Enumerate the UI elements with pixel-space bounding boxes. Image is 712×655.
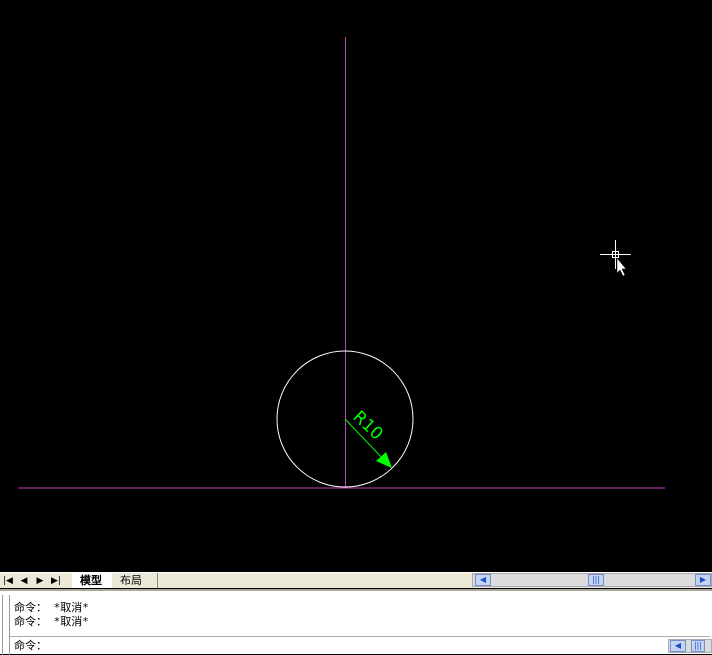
tab-layout1[interactable]: 布局1 [112, 573, 158, 602]
scroll-left-icon[interactable]: ◀ [670, 640, 686, 652]
last-tab-icon[interactable]: ▶| [48, 574, 64, 588]
tab-model[interactable]: 模型 [72, 573, 112, 588]
command-window-grip[interactable] [2, 595, 10, 655]
radius-dimension[interactable]: R10 [344, 407, 392, 468]
horizontal-scrollbar[interactable]: ◀ ||| ▶ [472, 573, 712, 587]
dimension-text: R10 [349, 407, 387, 444]
command-prompt[interactable]: 命令： [14, 639, 47, 652]
next-tab-icon[interactable]: ▶ [32, 574, 48, 588]
prev-tab-icon[interactable]: ◀ [16, 574, 32, 588]
scroll-thumb[interactable]: ||| [691, 640, 705, 652]
drawing-canvas[interactable]: R10 [0, 0, 712, 572]
command-separator [10, 636, 710, 637]
scroll-left-icon[interactable]: ◀ [475, 574, 491, 586]
first-tab-icon[interactable]: |◀ [0, 574, 16, 588]
tab-model-label: 模型 [80, 574, 102, 587]
command-history-line: 命令： *取消* [14, 601, 89, 614]
command-scrollbar[interactable]: ◀ ||| [668, 639, 712, 653]
scroll-right-icon[interactable]: ▶ [695, 574, 711, 586]
command-history-line: 命令： *取消* [14, 615, 89, 628]
command-window: 命令： *取消* 命令： *取消* 命令： ◀ ||| [0, 589, 712, 655]
crosshair-cursor-icon [600, 240, 631, 277]
scroll-thumb[interactable]: ||| [588, 574, 604, 586]
